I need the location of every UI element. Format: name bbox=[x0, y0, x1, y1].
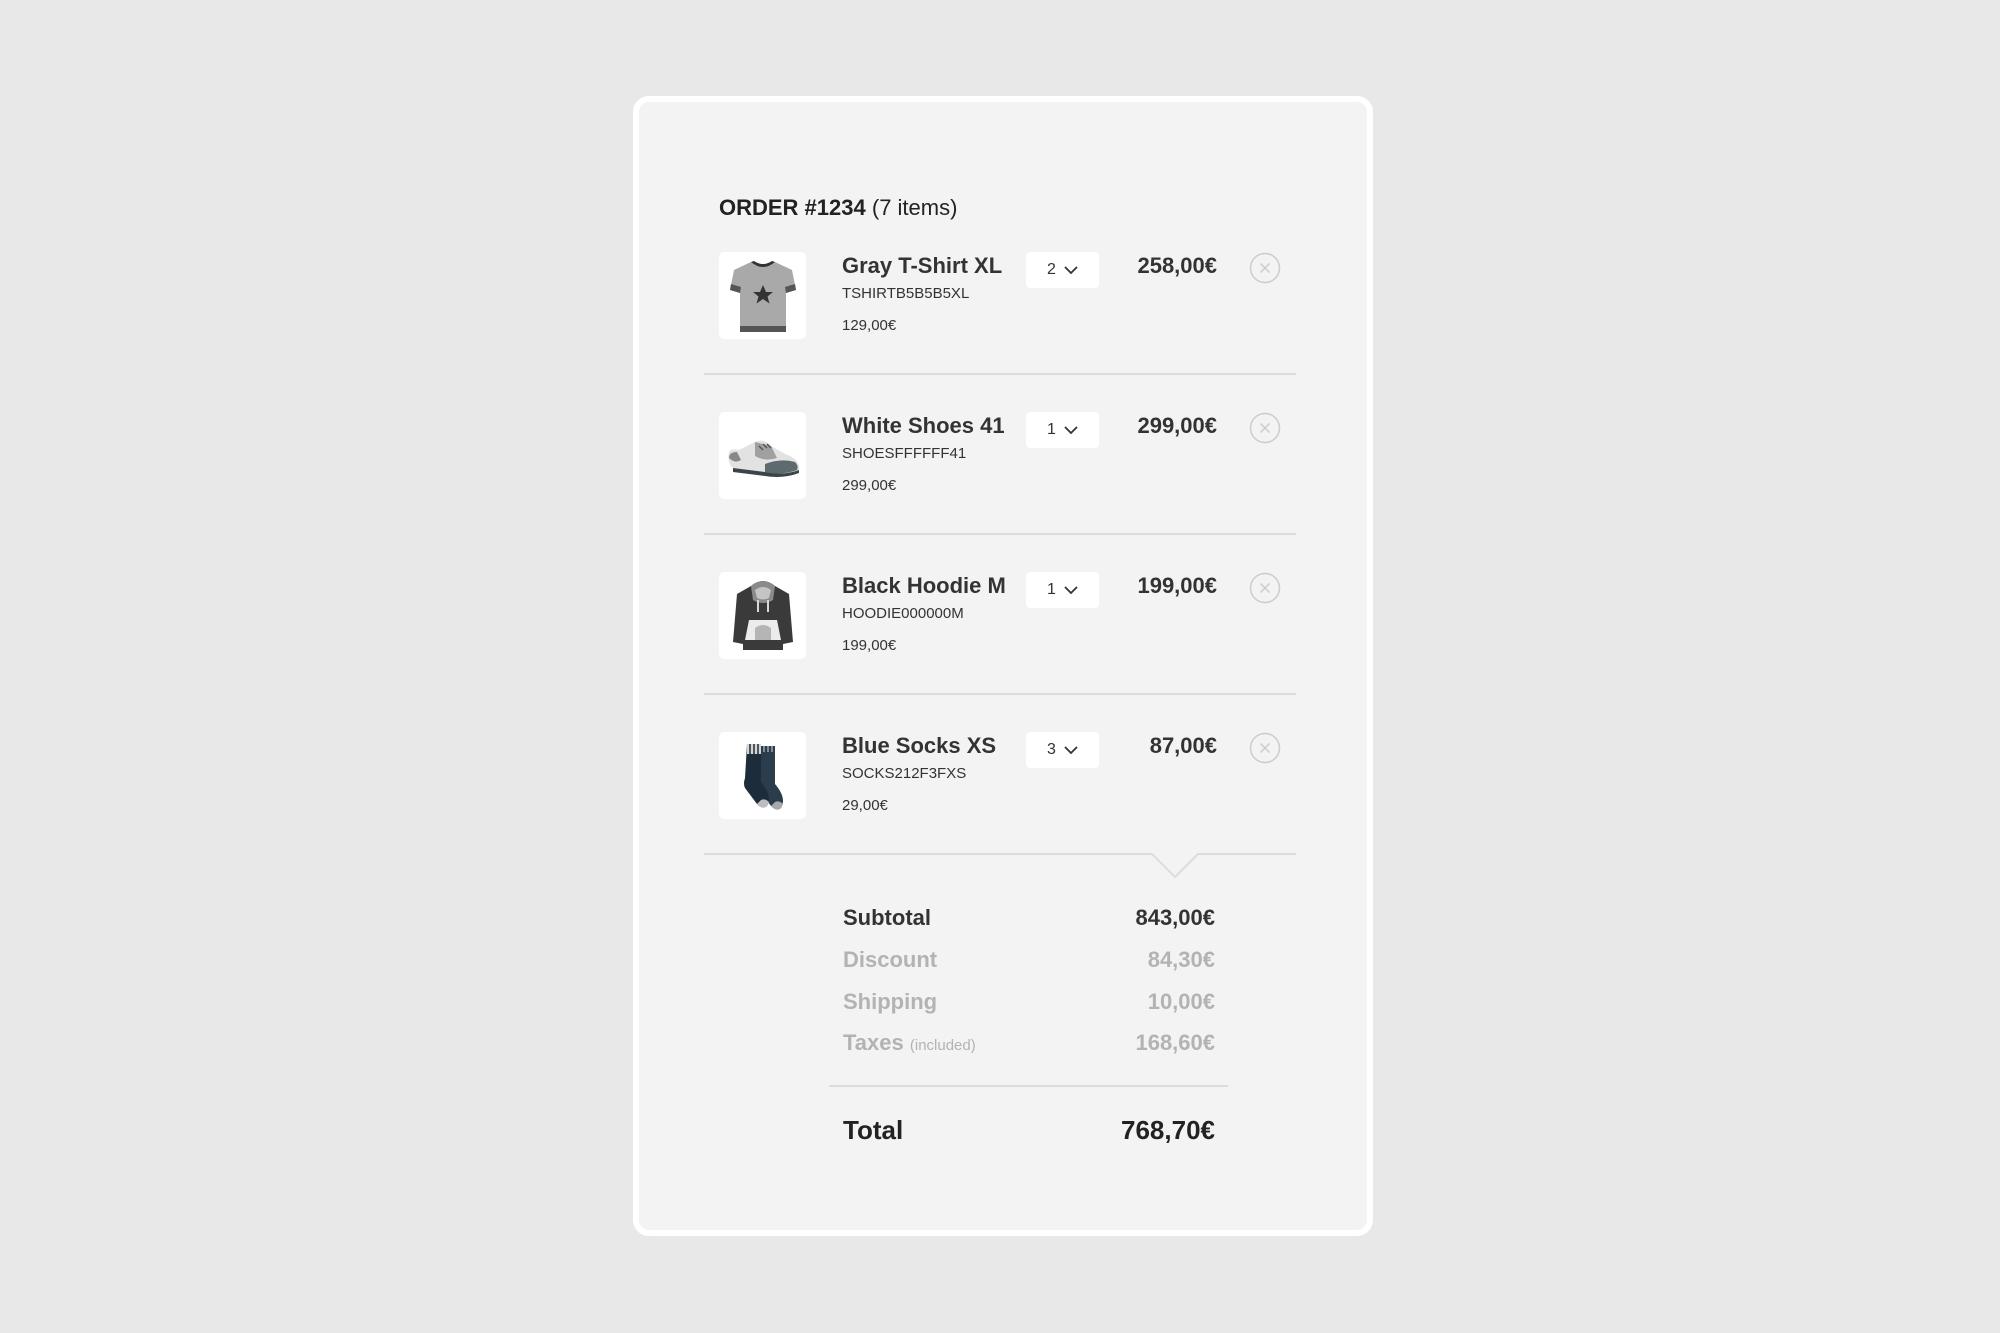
order-item-count: (7 items) bbox=[871, 195, 958, 220]
item-unit-price: 199,00€ bbox=[842, 637, 897, 654]
quantity-value: 3 bbox=[1047, 741, 1056, 758]
subtotal-label: Subtotal bbox=[843, 905, 931, 930]
item-unit-price: 299,00€ bbox=[842, 477, 897, 494]
product-thumbnail bbox=[719, 732, 806, 819]
order-id: ORDER #1234 bbox=[719, 195, 866, 220]
item-unit-price: 129,00€ bbox=[842, 317, 897, 334]
socks-icon bbox=[743, 743, 783, 810]
item-sku: SOCKS212F3FXS bbox=[842, 765, 967, 782]
chevron-down-icon bbox=[1064, 585, 1078, 594]
taxes-value: 168,60€ bbox=[1135, 1030, 1215, 1055]
quantity-select[interactable]: 3 bbox=[1026, 732, 1099, 768]
remove-item-button[interactable] bbox=[1249, 412, 1281, 444]
discount-row: Discount 84,30€ bbox=[843, 947, 1215, 977]
quantity-select[interactable]: 2 bbox=[1026, 252, 1099, 288]
order-header: ORDER #1234 (7 items) bbox=[719, 195, 957, 221]
chevron-down-icon bbox=[1064, 425, 1078, 434]
total-label: Total bbox=[843, 1115, 904, 1145]
subtotal-row: Subtotal 843,00€ bbox=[843, 905, 1215, 935]
shipping-value: 10,00€ bbox=[1147, 989, 1215, 1014]
total-divider bbox=[829, 1085, 1228, 1087]
taxes-label-group: Taxes (included) bbox=[843, 1030, 976, 1056]
remove-item-button[interactable] bbox=[1249, 252, 1281, 284]
chevron-down-icon bbox=[1064, 745, 1078, 754]
discount-value: 84,30€ bbox=[1147, 947, 1215, 972]
item-divider bbox=[704, 533, 1296, 535]
product-thumbnail bbox=[719, 572, 806, 659]
shoe-icon bbox=[728, 440, 799, 477]
t-shirt-icon bbox=[729, 260, 796, 332]
item-total: 87,00€ bbox=[1149, 733, 1217, 758]
total-row: Total 768,70€ bbox=[843, 1115, 1215, 1151]
item-name: Gray T-Shirt XL bbox=[842, 253, 1003, 278]
item-divider bbox=[704, 373, 1296, 375]
item-name: Blue Socks XS bbox=[842, 733, 997, 758]
taxes-note: (included) bbox=[909, 1037, 976, 1054]
item-divider bbox=[704, 693, 1296, 695]
quantity-value: 1 bbox=[1047, 581, 1056, 598]
total-value: 768,70€ bbox=[1121, 1115, 1215, 1145]
item-sku: SHOESFFFFFF41 bbox=[842, 445, 967, 462]
item-sku: TSHIRTB5B5B5XL bbox=[842, 285, 970, 302]
hoodie-icon bbox=[732, 580, 793, 650]
item-total: 199,00€ bbox=[1137, 573, 1217, 598]
item-total: 258,00€ bbox=[1137, 253, 1217, 278]
subtotal-value: 843,00€ bbox=[1135, 905, 1215, 930]
remove-item-button[interactable] bbox=[1249, 732, 1281, 764]
quantity-value: 1 bbox=[1047, 421, 1056, 438]
close-icon bbox=[1249, 572, 1281, 604]
taxes-row: Taxes (included) 168,60€ bbox=[843, 1030, 1215, 1060]
item-total: 299,00€ bbox=[1137, 413, 1217, 438]
remove-item-button[interactable] bbox=[1249, 572, 1281, 604]
shipping-row: Shipping 10,00€ bbox=[843, 989, 1215, 1019]
close-icon bbox=[1249, 412, 1281, 444]
close-icon bbox=[1249, 252, 1281, 284]
summary-divider bbox=[704, 853, 1296, 879]
product-thumbnail bbox=[719, 252, 806, 339]
chevron-down-icon bbox=[1064, 265, 1078, 274]
item-unit-price: 29,00€ bbox=[842, 797, 888, 814]
close-icon bbox=[1249, 732, 1281, 764]
item-name: Black Hoodie M bbox=[842, 573, 1006, 598]
item-name: White Shoes 41 bbox=[842, 413, 1005, 438]
quantity-select[interactable]: 1 bbox=[1026, 572, 1099, 608]
item-sku: HOODIE000000M bbox=[842, 605, 964, 622]
quantity-value: 2 bbox=[1047, 261, 1056, 278]
quantity-select[interactable]: 1 bbox=[1026, 412, 1099, 448]
shipping-label: Shipping bbox=[843, 989, 938, 1014]
taxes-label: Taxes bbox=[843, 1030, 904, 1055]
product-thumbnail bbox=[719, 412, 806, 499]
discount-label: Discount bbox=[843, 947, 938, 972]
